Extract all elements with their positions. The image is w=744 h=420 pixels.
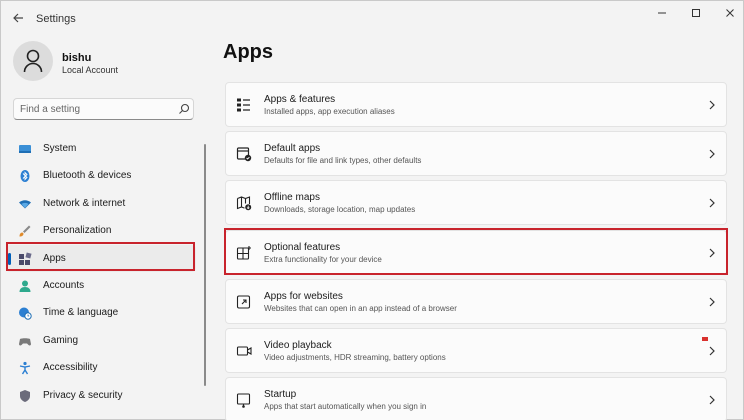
person-icon xyxy=(19,280,31,292)
bluetooth-icon xyxy=(20,170,30,183)
close-button[interactable] xyxy=(715,5,744,23)
sidebar-item-label: Personalization xyxy=(43,225,112,237)
monitor-icon xyxy=(19,145,31,153)
sidebar-item-label: Bluetooth & devices xyxy=(43,170,132,182)
chevron-right-icon xyxy=(709,297,715,307)
card-title: Apps for websites xyxy=(264,290,343,302)
apps-highlight-box xyxy=(6,242,195,271)
app-title: Settings xyxy=(36,13,76,25)
card-apps-for-websites[interactable]: Apps for websites Websites that can open… xyxy=(225,278,727,324)
page-title: Apps xyxy=(223,41,273,63)
startup-icon xyxy=(236,393,251,408)
sidebar-item-label: Accounts xyxy=(43,279,85,291)
sidebar-item-privacy-security[interactable]: Privacy & security xyxy=(6,382,196,409)
card-description: Installed apps, app execution aliases xyxy=(264,107,395,116)
sidebar-item-time-language[interactable]: Time & language xyxy=(6,299,196,326)
sidebar-item-label: System xyxy=(43,143,77,154)
list-icon xyxy=(237,98,250,112)
card-title: Default apps xyxy=(264,143,321,155)
card-title: Apps & features xyxy=(264,94,336,105)
map-download-icon xyxy=(236,196,252,211)
video-icon xyxy=(236,346,252,356)
search-box[interactable] xyxy=(13,98,194,120)
card-title: Video playback xyxy=(264,339,332,351)
back-arrow-icon xyxy=(13,13,23,23)
controller-icon xyxy=(19,337,31,346)
chevron-right-icon xyxy=(709,395,715,405)
user-name: bishu xyxy=(62,52,92,64)
chevron-right-icon xyxy=(709,346,715,356)
sidebar-nav: System Bluetooth & devices Network & int… xyxy=(6,135,196,409)
avatar xyxy=(13,41,53,81)
sidebar-item-system[interactable]: System xyxy=(6,135,196,162)
card-apps-features[interactable]: Apps & features Installed apps, app exec… xyxy=(225,82,727,127)
title-bar: Settings xyxy=(1,1,743,35)
close-icon xyxy=(726,9,734,17)
chevron-right-icon xyxy=(709,149,715,159)
sidebar-item-label: Gaming xyxy=(43,334,79,346)
wifi-icon xyxy=(19,200,31,209)
card-description: Video adjustments, HDR streaming, batter… xyxy=(264,352,446,362)
sidebar-scrollbar[interactable] xyxy=(204,144,206,386)
card-startup[interactable]: Startup Apps that start automatically wh… xyxy=(225,377,727,420)
sidebar-item-label: Network & internet xyxy=(43,197,126,209)
maximize-icon xyxy=(692,9,700,17)
minimize-button[interactable] xyxy=(647,5,677,23)
globe-clock-icon xyxy=(19,307,32,321)
red-marker xyxy=(702,337,708,341)
chevron-right-icon xyxy=(709,198,715,208)
chevron-right-icon xyxy=(709,100,715,110)
card-description: Downloads, storage location, map updates xyxy=(264,205,416,215)
search-input[interactable] xyxy=(20,102,170,117)
accessibility-icon xyxy=(19,362,31,375)
sidebar-item-label: Accessibility xyxy=(43,362,98,374)
brush-icon xyxy=(19,225,31,237)
card-offline-maps[interactable]: Offline maps Downloads, storage location… xyxy=(225,180,727,226)
maximize-button[interactable] xyxy=(681,5,711,23)
account-type: Local Account xyxy=(62,65,119,75)
sidebar-item-label: Time & language xyxy=(43,307,119,319)
user-icon xyxy=(23,49,43,73)
sidebar-item-label: Privacy & security xyxy=(43,389,123,401)
app-link-icon xyxy=(236,295,251,309)
sidebar-item-accessibility[interactable]: Accessibility xyxy=(6,354,196,381)
card-default-apps[interactable]: Default apps Defaults for file and link … xyxy=(225,131,727,177)
sidebar-item-gaming[interactable]: Gaming xyxy=(6,327,196,354)
sidebar-item-personalization[interactable]: Personalization xyxy=(6,217,196,244)
shield-icon xyxy=(20,389,30,402)
back-button[interactable] xyxy=(9,9,27,27)
sidebar-item-network[interactable]: Network & internet xyxy=(6,190,196,217)
card-title: Offline maps xyxy=(264,192,320,204)
card-description: Defaults for file and link types, other … xyxy=(264,156,422,166)
sidebar-item-bluetooth[interactable]: Bluetooth & devices xyxy=(6,162,196,189)
card-video-playback[interactable]: Video playback Video adjustments, HDR st… xyxy=(225,327,727,373)
card-description: Apps that start automatically when you s… xyxy=(264,402,427,412)
settings-window: Settings bishu Local Account System Blue… xyxy=(0,0,744,420)
card-title: Startup xyxy=(264,389,297,401)
sidebar-item-accounts[interactable]: Accounts xyxy=(6,272,196,299)
search-icon[interactable] xyxy=(177,102,191,116)
optional-features-highlight-box xyxy=(224,228,728,275)
minimize-icon xyxy=(658,12,666,14)
default-apps-icon xyxy=(236,147,252,162)
card-description: Websites that can open in an app instead… xyxy=(264,303,457,313)
